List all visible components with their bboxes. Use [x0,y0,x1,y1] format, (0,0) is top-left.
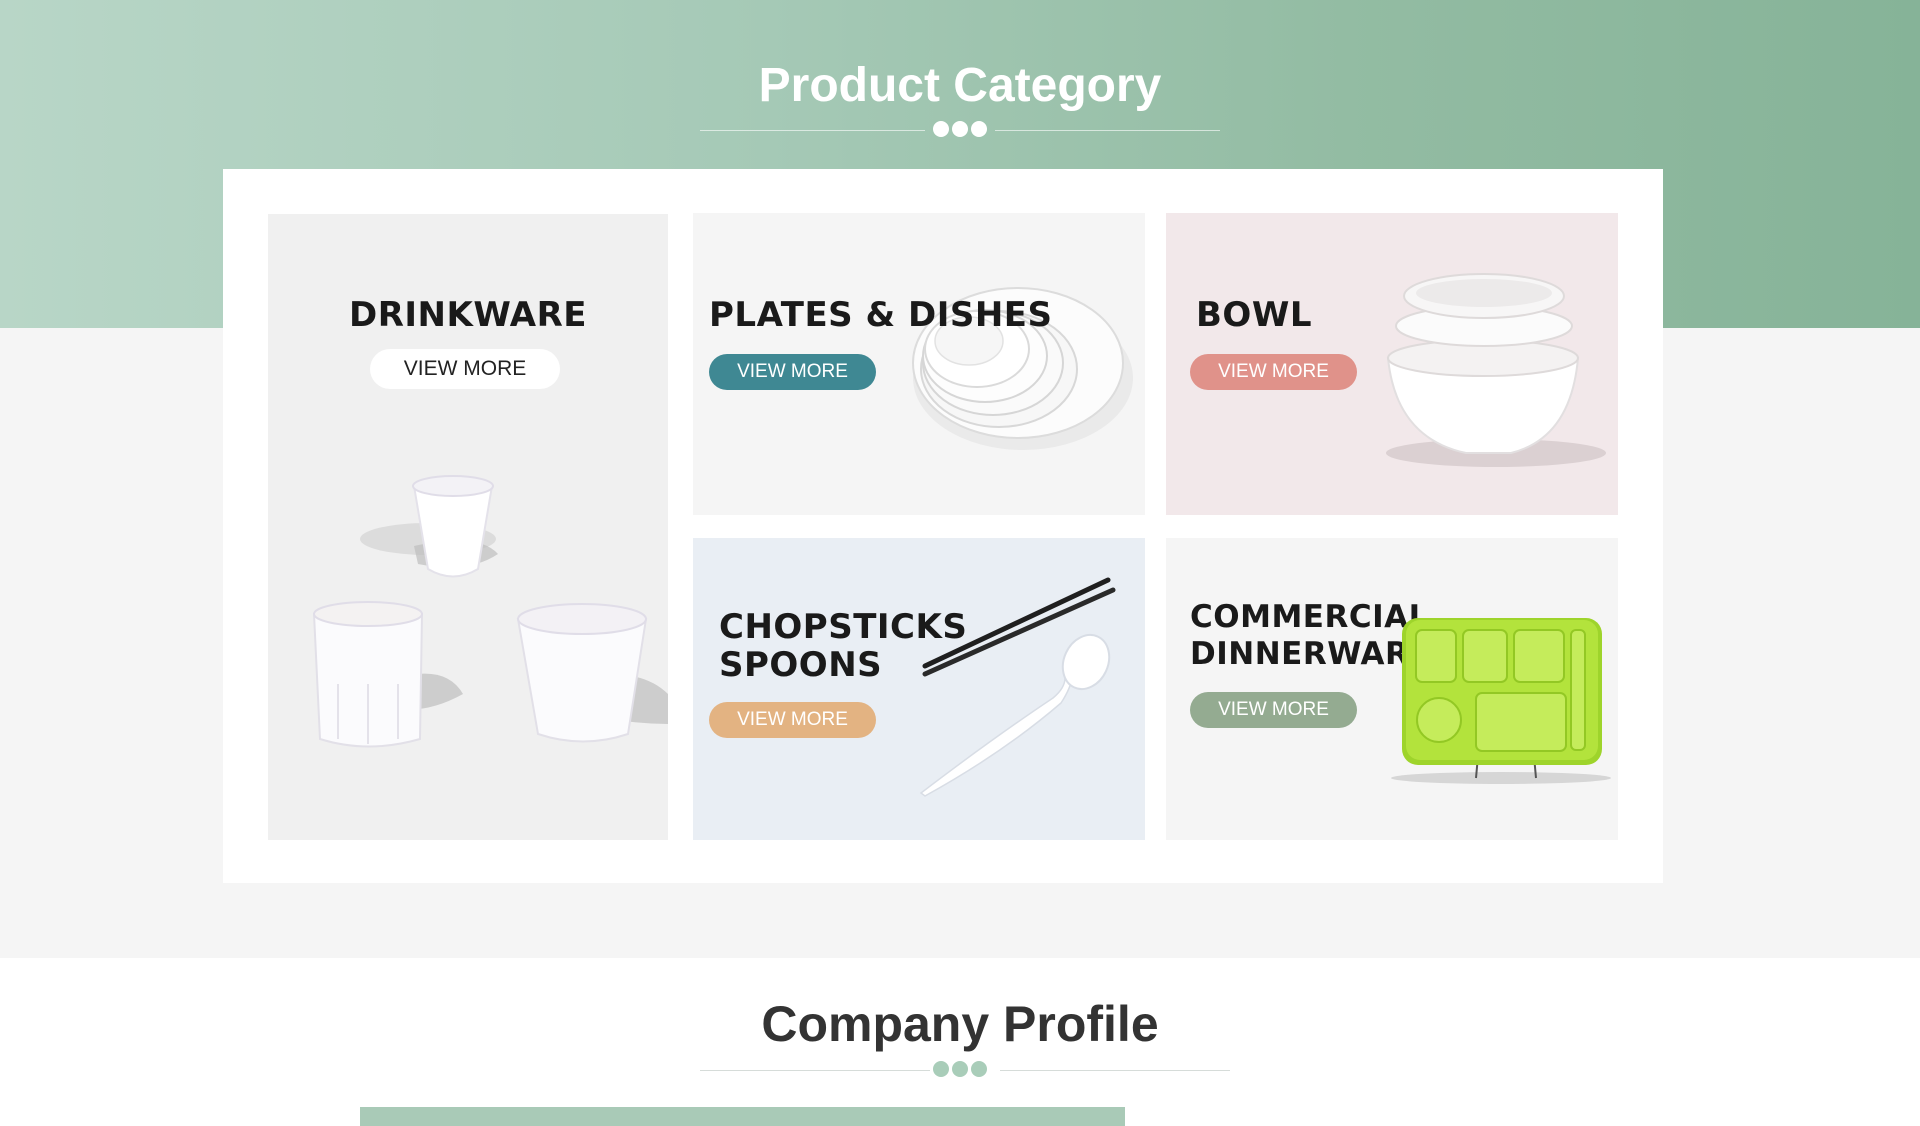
divider-dots [933,121,987,137]
product-category-title: Product Category [758,59,1162,112]
product-category-divider [0,121,1920,141]
company-profile-image-top [360,1107,1125,1126]
divider-dot [933,121,949,137]
company-profile-divider [0,1061,1920,1081]
category-card-plates-dishes[interactable]: PLATES & DISHES VIEW MORE [693,213,1145,515]
divider-line-right [995,130,1220,131]
white-cups-image [312,475,668,748]
divider-dot [933,1061,949,1077]
divider-dot [952,1061,968,1077]
stacked-bowls-image [1386,273,1606,467]
divider-dot [971,121,987,137]
company-profile-title: Company Profile [761,996,1159,1052]
divider-dot [971,1061,987,1077]
card-title-plates-dishes: PLATES & DISHES [709,295,1053,335]
category-card-chopsticks-spoons[interactable]: CHOPSTICKS SPOONS VIEW MORE [693,538,1145,840]
divider-dot [952,121,968,137]
chopsticks-spoon-image [919,577,1116,797]
divider-line-right [1000,1070,1230,1071]
divider-dots [933,1061,987,1077]
category-card-bowl[interactable]: BOWL VIEW MORE [1166,213,1618,515]
view-more-button-plates-dishes[interactable]: VIEW MORE [709,354,876,390]
category-card-drinkware[interactable]: DRINKWARE VIEW MORE [268,214,668,840]
divider-line-left [700,1070,930,1071]
green-tray-image [1391,618,1611,784]
category-card-commercial-dinnerware[interactable]: COMMERCIAL DINNERWARE VIEW MORE [1166,538,1618,840]
divider-line-left [700,130,925,131]
